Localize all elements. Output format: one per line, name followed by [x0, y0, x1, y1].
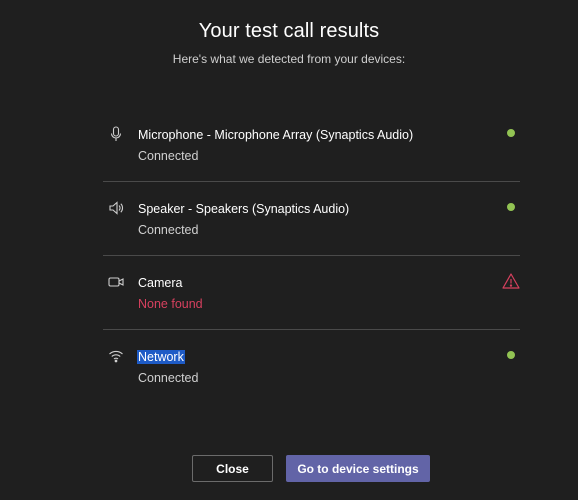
device-status-network: Connected — [138, 371, 199, 385]
camera-icon — [108, 274, 124, 290]
status-ok-icon — [507, 351, 515, 359]
device-row-microphone: Microphone - Microphone Array (Synaptics… — [103, 108, 520, 182]
wifi-icon — [108, 348, 124, 364]
device-name-microphone: Microphone - Microphone Array (Synaptics… — [138, 128, 414, 142]
device-name-speaker: Speaker - Speakers (Synaptics Audio) — [138, 202, 350, 216]
device-status-speaker: Connected — [138, 223, 199, 237]
device-row-camera: Camera None found — [103, 256, 520, 330]
device-name-network: Network — [137, 350, 185, 364]
dialog-title: Your test call results — [198, 20, 380, 42]
device-status-microphone: Connected — [138, 149, 199, 163]
microphone-icon — [108, 126, 124, 142]
dialog-subtitle: Here's what we detected from your device… — [172, 52, 406, 66]
device-name-camera: Camera — [138, 276, 183, 290]
status-ok-icon — [507, 129, 515, 137]
device-row-network: Network Connected — [103, 330, 520, 403]
warning-icon — [502, 273, 520, 289]
device-row-speaker: Speaker - Speakers (Synaptics Audio) Con… — [103, 182, 520, 256]
status-ok-icon — [507, 203, 515, 211]
device-status-camera: None found — [138, 297, 203, 311]
speaker-icon — [108, 200, 124, 216]
close-button[interactable]: Close — [192, 455, 273, 482]
test-call-results-dialog: Your test call results Here's what we de… — [0, 0, 578, 500]
device-list: Microphone - Microphone Array (Synaptics… — [103, 108, 520, 403]
go-to-device-settings-button[interactable]: Go to device settings — [286, 455, 430, 482]
